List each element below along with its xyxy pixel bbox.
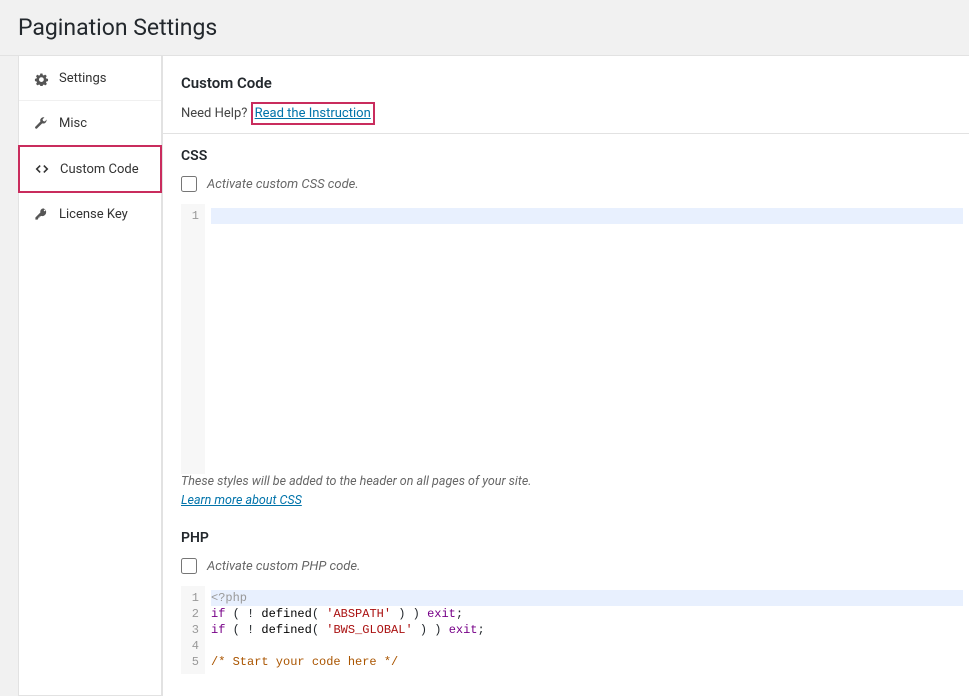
css-activate-label: Activate custom CSS code. [207,177,359,192]
sidebar-item-settings[interactable]: Settings [19,56,161,101]
css-activate-checkbox[interactable] [181,176,197,192]
php-gutter: 12345 [181,586,205,674]
sidebar-item-label: Misc [59,116,87,131]
css-activate-row: Activate custom CSS code. [181,176,969,192]
php-activate-checkbox[interactable] [181,558,197,574]
gear-icon [33,70,49,86]
sidebar-item-label: License Key [59,207,128,222]
sidebar-item-label: Settings [59,71,106,86]
learn-more-css-link[interactable]: Learn more about CSS [181,493,302,508]
sidebar-item-license-key[interactable]: License Key [19,192,161,236]
css-editor[interactable]: 1 [181,204,969,474]
divider [163,133,969,134]
php-editor[interactable]: 12345 <?phpif ( ! defined( 'ABSPATH' ) )… [181,586,969,674]
settings-container: Settings Misc Custom Code License Key Cu… [0,55,969,696]
code-icon [34,161,50,177]
sidebar-item-custom-code[interactable]: Custom Code [18,145,162,193]
css-helper-text: These styles will be added to the header… [181,474,969,489]
page-title: Pagination Settings [0,0,969,55]
read-instruction-link[interactable]: Read the Instruction [255,106,371,121]
php-code-area[interactable]: <?phpif ( ! defined( 'ABSPATH' ) ) exit;… [205,586,969,674]
sidebar-item-label: Custom Code [60,162,139,177]
sidebar: Settings Misc Custom Code License Key [18,56,162,696]
help-link-highlight: Read the Instruction [251,102,375,125]
wrench-icon [33,115,49,131]
php-title: PHP [181,530,969,546]
help-prefix: Need Help? [181,106,247,121]
sidebar-item-misc[interactable]: Misc [19,101,161,146]
css-title: CSS [181,148,969,164]
main-content: Custom Code Need Help? Read the Instruct… [162,56,969,696]
php-activate-label: Activate custom PHP code. [207,559,360,574]
css-gutter: 1 [181,204,205,474]
php-activate-row: Activate custom PHP code. [181,558,969,574]
key-icon [33,206,49,222]
section-title: Custom Code [181,74,969,92]
css-code-area[interactable] [205,204,969,474]
help-row: Need Help? Read the Instruction [181,102,969,125]
